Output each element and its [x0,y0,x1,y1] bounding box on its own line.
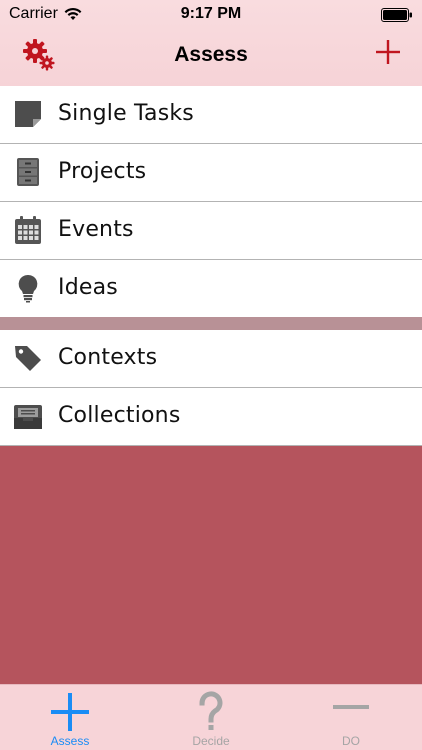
minus-icon [333,705,369,709]
list-item-label: Ideas [58,275,118,300]
header: Carrier 9:17 PM Assess [0,0,422,86]
tab-label: Decide [192,734,230,748]
primary-list: Single Tasks Projects Events Ideas [0,86,422,318]
list-item-label: Collections [58,403,181,428]
plus-icon[interactable] [374,38,402,66]
list-item-events[interactable]: Events [0,202,422,260]
calendar-icon [15,216,41,244]
list-item-single-tasks[interactable]: Single Tasks [0,86,422,144]
tab-bar: Assess Decide DO [0,684,422,750]
tab-decide[interactable]: Decide [141,685,281,750]
tab-label: DO [342,734,360,748]
secondary-list: Contexts Collections [0,330,422,446]
app-screen: Carrier 9:17 PM Assess Single Tasks Proj… [0,0,422,750]
section-separator [0,317,422,330]
tag-icon [15,346,41,371]
tab-assess[interactable]: Assess [0,685,140,750]
list-item-label: Contexts [58,345,158,370]
sticky-note-icon [15,101,41,127]
list-item-contexts[interactable]: Contexts [0,330,422,388]
question-mark-icon [199,691,223,730]
nav-bar: Assess [0,30,422,86]
plus-icon [51,693,89,731]
file-cabinet-icon [17,158,39,186]
list-item-projects[interactable]: Projects [0,144,422,202]
list-item-ideas[interactable]: Ideas [0,260,422,318]
list-item-collections[interactable]: Collections [0,388,422,446]
empty-content-area [0,446,422,684]
lightbulb-icon [18,274,38,303]
list-item-label: Events [58,217,134,242]
status-bar: Carrier 9:17 PM [0,0,422,30]
tab-label: Assess [50,734,90,748]
page-title: Assess [174,43,248,66]
list-item-label: Projects [58,159,147,184]
clock: 9:17 PM [180,5,242,22]
list-item-label: Single Tasks [58,101,194,126]
tab-do[interactable]: DO [281,685,421,750]
battery-icon [381,8,412,22]
inbox-tray-icon [14,405,42,429]
